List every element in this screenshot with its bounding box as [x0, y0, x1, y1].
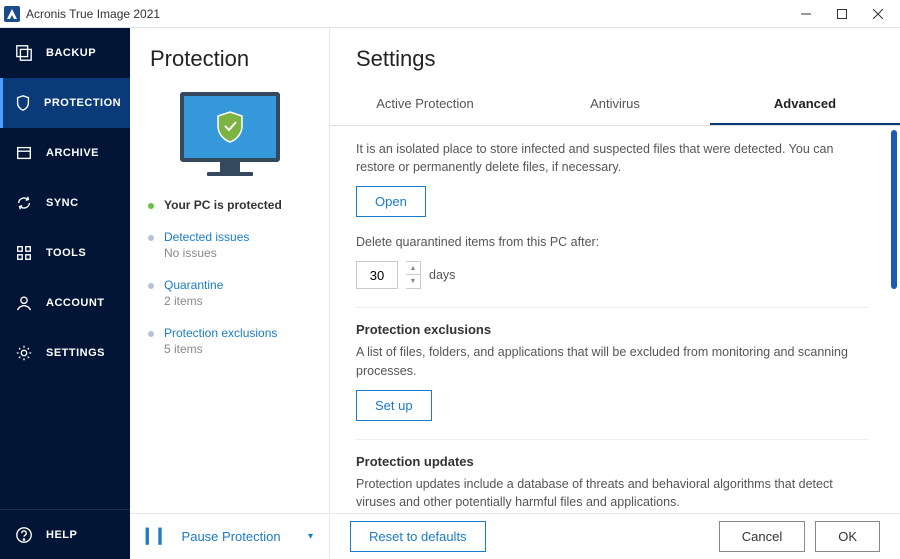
pause-icon: ▎▎ [146, 528, 172, 545]
sidebar-item-label: TOOLS [46, 247, 86, 259]
sidebar-item-account[interactable]: ACCOUNT [0, 278, 130, 328]
status-quarantine[interactable]: Quarantine 2 items [148, 278, 311, 308]
sidebar-item-settings[interactable]: SETTINGS [0, 328, 130, 378]
days-unit: days [429, 268, 455, 282]
app-title: Acronis True Image 2021 [26, 7, 788, 21]
tools-icon [14, 243, 34, 263]
section-exclusions: Protection exclusions A list of files, f… [356, 308, 868, 439]
settings-panel: Settings Active Protection Antivirus Adv… [330, 28, 900, 559]
settings-scroll-area[interactable]: It is an isolated place to store infecte… [330, 126, 888, 513]
status-exclusions[interactable]: Protection exclusions 5 items [148, 326, 311, 356]
sidebar-item-label: SETTINGS [46, 347, 105, 359]
sync-icon [14, 193, 34, 213]
quarantine-description: It is an isolated place to store infecte… [356, 140, 868, 176]
minimize-button[interactable] [788, 1, 824, 27]
status-dot-ok [148, 203, 154, 209]
settings-title: Settings [330, 28, 900, 84]
scrollbar-thumb[interactable] [891, 130, 897, 289]
updates-description: Protection updates include a database of… [356, 475, 868, 511]
tab-antivirus[interactable]: Antivirus [520, 84, 710, 125]
section-updates: Protection updates Protection updates in… [356, 440, 868, 513]
sidebar-item-label: ACCOUNT [46, 297, 105, 309]
status-dot [148, 283, 154, 289]
titlebar: Acronis True Image 2021 [0, 0, 900, 28]
ok-button[interactable]: OK [815, 521, 880, 552]
scrollbar[interactable] [891, 130, 897, 509]
step-up-icon[interactable]: ▲ [406, 262, 420, 275]
maximize-button[interactable] [824, 1, 860, 27]
section-quarantine: It is an isolated place to store infecte… [356, 140, 868, 308]
exclusions-description: A list of files, folders, and applicatio… [356, 343, 868, 379]
archive-icon [14, 143, 34, 163]
status-dot [148, 331, 154, 337]
sidebar-item-label: BACKUP [46, 47, 96, 59]
chevron-down-icon: ▾ [308, 531, 313, 542]
protection-title: Protection [130, 28, 329, 82]
help-icon [14, 525, 34, 545]
days-stepper[interactable]: ▲ ▼ [406, 261, 421, 289]
setup-exclusions-button[interactable]: Set up [356, 390, 432, 421]
tab-advanced[interactable]: Advanced [710, 84, 900, 125]
status-detected-issues[interactable]: Detected issues No issues [148, 230, 311, 260]
exclusions-heading: Protection exclusions [356, 322, 868, 337]
sidebar-item-protection[interactable]: PROTECTION [0, 78, 130, 128]
shield-icon [215, 110, 245, 144]
sidebar-item-label: SYNC [46, 197, 79, 209]
cancel-button[interactable]: Cancel [719, 521, 805, 552]
app-logo-icon [4, 6, 20, 22]
settings-tabs: Active Protection Antivirus Advanced [330, 84, 900, 126]
sidebar-item-label: ARCHIVE [46, 147, 99, 159]
sidebar-item-tools[interactable]: TOOLS [0, 228, 130, 278]
protection-icon [14, 93, 32, 113]
status-protected: Your PC is protected [148, 198, 311, 212]
sidebar: BACKUP PROTECTION ARCHIVE SYNC TOOLS ACC… [0, 28, 130, 559]
sidebar-item-backup[interactable]: BACKUP [0, 28, 130, 78]
reset-defaults-button[interactable]: Reset to defaults [350, 521, 486, 552]
settings-footer: Reset to defaults Cancel OK [330, 513, 900, 559]
pause-protection-button[interactable]: ▎▎ Pause Protection ▾ [130, 513, 329, 559]
delete-after-label: Delete quarantined items from this PC af… [356, 233, 868, 251]
gear-icon [14, 343, 34, 363]
sidebar-item-archive[interactable]: ARCHIVE [0, 128, 130, 178]
account-icon [14, 293, 34, 313]
sidebar-item-sync[interactable]: SYNC [0, 178, 130, 228]
updates-heading: Protection updates [356, 454, 868, 469]
sidebar-item-help[interactable]: HELP [0, 509, 130, 559]
sidebar-item-label: PROTECTION [44, 97, 121, 109]
step-down-icon[interactable]: ▼ [406, 275, 420, 288]
protection-panel: Protection Your PC is protected [130, 28, 330, 559]
open-quarantine-button[interactable]: Open [356, 186, 426, 217]
close-button[interactable] [860, 1, 896, 27]
tab-active-protection[interactable]: Active Protection [330, 84, 520, 125]
monitor-illustration [180, 92, 280, 176]
status-dot [148, 235, 154, 241]
sidebar-item-label: HELP [46, 529, 77, 541]
backup-icon [14, 43, 34, 63]
days-input[interactable] [356, 261, 398, 289]
